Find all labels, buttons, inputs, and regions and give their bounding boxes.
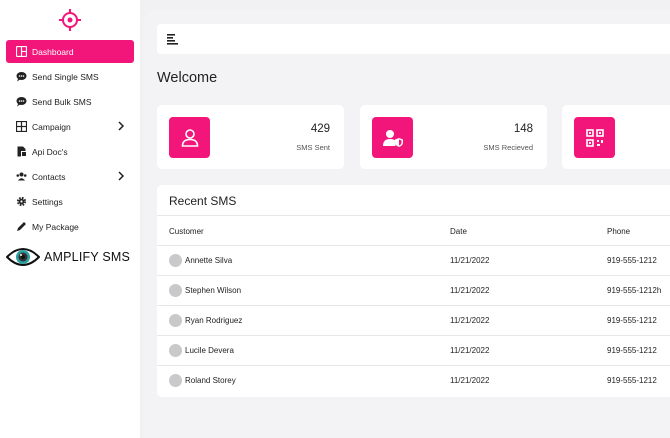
sidebar-item-contacts[interactable]: Contacts bbox=[6, 165, 134, 188]
column-header-phone: Phone bbox=[607, 227, 631, 236]
user-shield-icon bbox=[372, 117, 413, 158]
stat-card-sms-received: 148 SMS Recieved bbox=[360, 105, 547, 169]
avatar bbox=[169, 344, 182, 357]
column-header-customer: Customer bbox=[169, 227, 204, 236]
sidebar-item-campaign[interactable]: Campaign bbox=[6, 115, 134, 138]
customer-name: Roland Storey bbox=[185, 376, 236, 385]
stat-label: SMS Sent bbox=[296, 143, 330, 152]
sidebar-item-label: Contacts bbox=[32, 171, 66, 182]
sidebar-item-label: Campaign bbox=[32, 121, 71, 132]
stat-card-sms-sent: 429 SMS Sent bbox=[157, 105, 344, 169]
sidebar-item-my-package[interactable]: My Package bbox=[6, 215, 134, 238]
gear-icon bbox=[16, 196, 27, 207]
table-row[interactable]: Annette Silva 11/21/2022 919-555-1212 bbox=[157, 245, 670, 275]
page-title: Welcome bbox=[157, 70, 218, 86]
document-icon bbox=[16, 146, 27, 157]
recent-sms-table: Recent SMS Customer Date Phone Annette S… bbox=[157, 185, 670, 397]
phone-number: 919-555-1212 bbox=[607, 346, 657, 355]
sidebar: Dashboard Send Single SMS Send Bulk SMS … bbox=[0, 0, 140, 438]
avatar bbox=[169, 284, 182, 297]
phone-number: 919-555-1212 bbox=[607, 256, 657, 265]
sidebar-item-label: My Package bbox=[32, 221, 79, 232]
sidebar-item-dashboard[interactable]: Dashboard bbox=[6, 40, 134, 63]
brand: AMPLIFY SMS bbox=[6, 243, 130, 271]
grid-icon bbox=[16, 121, 27, 132]
sms-date: 11/21/2022 bbox=[450, 346, 490, 355]
phone-number: 919-555-1212 bbox=[607, 376, 657, 385]
sms-date: 11/21/2022 bbox=[450, 316, 490, 325]
sms-date: 11/21/2022 bbox=[450, 256, 490, 265]
stat-label: SMS Recieved bbox=[483, 143, 533, 152]
avatar bbox=[169, 254, 182, 267]
sidebar-item-label: Send Bulk SMS bbox=[32, 96, 92, 107]
customer-name: Annette Silva bbox=[185, 256, 233, 265]
sidebar-item-settings[interactable]: Settings bbox=[6, 190, 134, 213]
user-icon bbox=[169, 117, 210, 158]
table-row[interactable]: Stephen Wilson 11/21/2022 919-555-1212h bbox=[157, 275, 670, 305]
avatar bbox=[169, 374, 182, 387]
sidebar-item-api-docs[interactable]: Api Doc's bbox=[6, 140, 134, 163]
sidebar-item-label: Settings bbox=[32, 196, 63, 207]
table-row[interactable]: Ryan Rodriguez 11/21/2022 919-555-1212 bbox=[157, 305, 670, 335]
chevron-right-icon bbox=[118, 121, 125, 131]
customer-name: Ryan Rodriguez bbox=[185, 316, 243, 325]
stat-value: 429 bbox=[310, 123, 330, 135]
sms-date: 11/21/2022 bbox=[450, 376, 490, 385]
table-row[interactable]: Lucile Devera 11/21/2022 919-555-1212 bbox=[157, 335, 670, 365]
chat-icon bbox=[16, 71, 27, 82]
sidebar-item-label: Send Single SMS bbox=[32, 71, 99, 82]
avatar bbox=[169, 314, 182, 327]
divider bbox=[157, 215, 670, 216]
column-header-date: Date bbox=[450, 227, 467, 236]
table-row[interactable]: Roland Storey 11/21/2022 919-555-1212 bbox=[157, 365, 670, 395]
stat-card-qr bbox=[562, 105, 670, 169]
top-bar bbox=[157, 24, 670, 54]
sidebar-nav: Dashboard Send Single SMS Send Bulk SMS … bbox=[6, 40, 134, 240]
contacts-icon bbox=[16, 171, 27, 182]
target-logo-icon bbox=[59, 9, 81, 31]
dashboard-icon bbox=[16, 46, 27, 57]
phone-number: 919-555-1212h bbox=[607, 286, 662, 295]
sidebar-item-label: Dashboard bbox=[32, 46, 74, 57]
sidebar-item-send-single-sms[interactable]: Send Single SMS bbox=[6, 65, 134, 88]
qr-code-icon bbox=[574, 117, 615, 158]
table-title: Recent SMS bbox=[169, 194, 237, 208]
chat-icon bbox=[16, 96, 27, 107]
sidebar-item-send-bulk-sms[interactable]: Send Bulk SMS bbox=[6, 90, 134, 113]
sidebar-item-label: Api Doc's bbox=[32, 146, 68, 157]
chevron-right-icon bbox=[118, 171, 125, 181]
pen-icon bbox=[16, 221, 27, 232]
customer-name: Stephen Wilson bbox=[185, 286, 242, 295]
stat-value: 148 bbox=[513, 123, 533, 135]
sms-date: 11/21/2022 bbox=[450, 286, 490, 295]
customer-name: Lucile Devera bbox=[185, 346, 234, 355]
brand-name: AMPLIFY SMS bbox=[44, 250, 131, 264]
menu-icon[interactable] bbox=[167, 33, 179, 45]
phone-number: 919-555-1212 bbox=[607, 316, 657, 325]
eye-logo-icon bbox=[6, 248, 40, 266]
